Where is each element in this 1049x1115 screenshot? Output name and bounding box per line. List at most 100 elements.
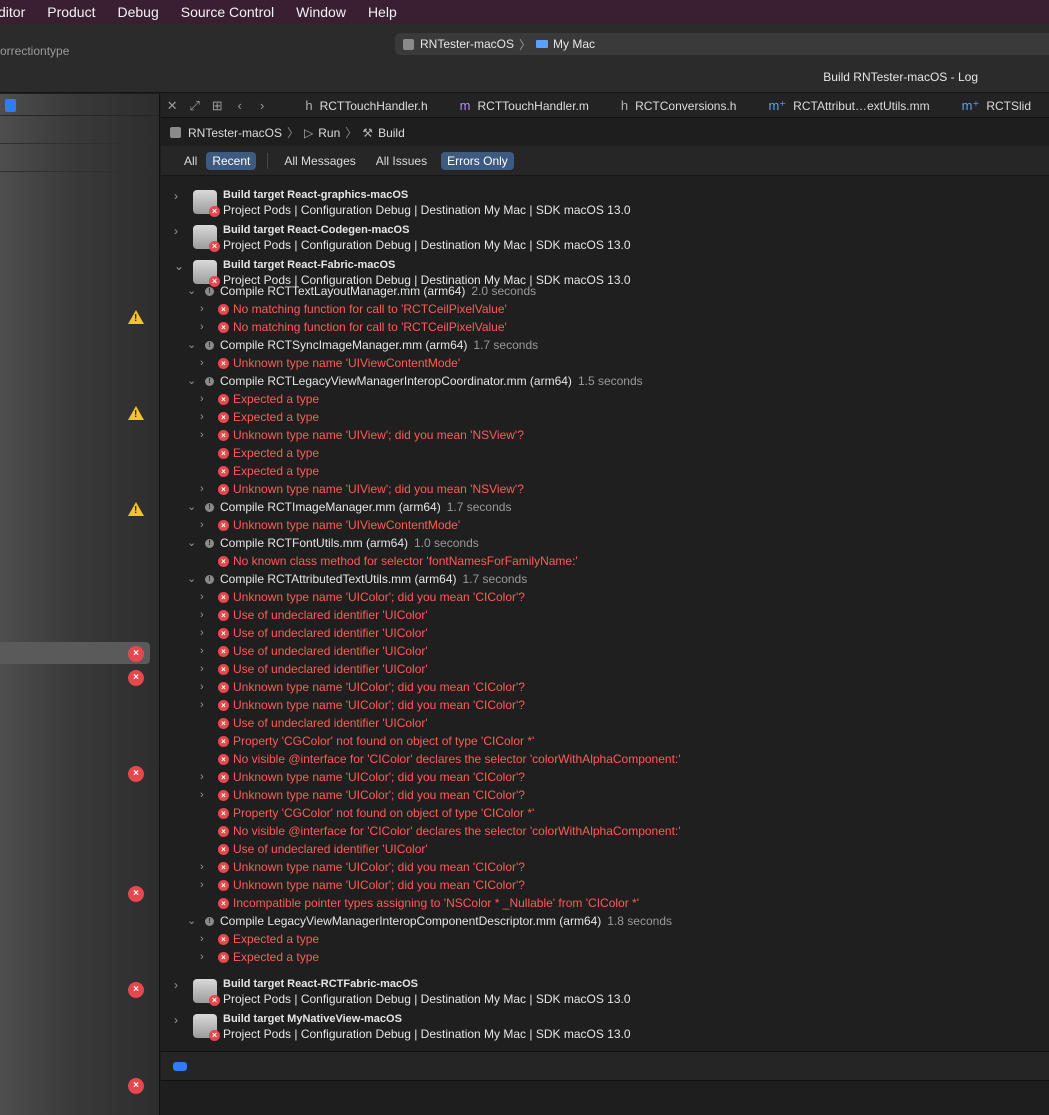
- chevron-down-icon[interactable]: ⌄: [187, 534, 196, 552]
- chevron-right-icon[interactable]: ›: [200, 300, 204, 318]
- error-icon[interactable]: ×: [128, 886, 144, 902]
- menu-item-product[interactable]: Product: [36, 0, 106, 24]
- chevron-right-icon[interactable]: ›: [174, 1013, 178, 1027]
- error-row[interactable]: › × No matching function for call to 'RCTC…: [161, 300, 1049, 318]
- error-row[interactable]: › × Unknown type name 'UIViewContentMode': [161, 516, 1049, 534]
- forward-icon[interactable]: ›: [251, 98, 273, 113]
- error-icon[interactable]: ×: [128, 766, 144, 782]
- chevron-down-icon[interactable]: ⌄: [187, 282, 196, 300]
- build-target-row[interactable]: ⌄Build target React-Fabric-macOSProject …: [161, 247, 1049, 287]
- editor-tab[interactable]: h RCTTouchHandler.h: [291, 98, 445, 113]
- build-target-row[interactable]: ›Build target React-RCTFabric-macOSProje…: [161, 966, 1049, 1006]
- compile-step-row[interactable]: ⌄! Compile RCTLegacyViewManagerInteropCoo…: [161, 372, 1049, 390]
- error-row[interactable]: › × Unknown type name 'UIColor'; did you m…: [161, 696, 1049, 714]
- error-icon[interactable]: ×: [128, 646, 144, 662]
- build-target-row[interactable]: › Build target MyNativeView-macOS Project …: [161, 1001, 1049, 1041]
- compile-step-row[interactable]: ⌄! Compile RCTSyncImageManager.mm (arm64)…: [161, 336, 1049, 354]
- error-row[interactable]: › × Use of undeclared identifier 'UIColor': [161, 642, 1049, 660]
- error-row[interactable]: × Use of undeclared identifier 'UIColor': [161, 714, 1049, 732]
- jump-project[interactable]: RNTester-macOS: [188, 126, 282, 140]
- editor-tab[interactable]: m⁺ RCTAttribut…extUtils.mm: [754, 98, 947, 114]
- filter-indicator-icon[interactable]: [173, 1062, 187, 1071]
- sidebar-row[interactable]: [0, 144, 159, 172]
- error-row[interactable]: × Use of undeclared identifier 'UIColor': [161, 840, 1049, 858]
- error-row[interactable]: › × Unknown type name 'UIColor'; did you m…: [161, 588, 1049, 606]
- chevron-right-icon[interactable]: ›: [200, 930, 204, 948]
- build-target-row[interactable]: ›Build target React-graphics-macOSProjec…: [161, 177, 1049, 217]
- error-row[interactable]: › × Unknown type name 'UIView'; did you me…: [161, 426, 1049, 444]
- chevron-right-icon[interactable]: ›: [200, 408, 204, 426]
- editor-tab[interactable]: m RCTTouchHandler.m: [446, 98, 607, 113]
- error-row[interactable]: › × Unknown type name 'UIColor'; did you m…: [161, 768, 1049, 786]
- error-row[interactable]: × Incompatible pointer types assigning to…: [161, 894, 1049, 912]
- jump-action[interactable]: Run: [318, 126, 340, 140]
- back-icon[interactable]: ‹: [228, 98, 250, 113]
- error-row[interactable]: › × Unknown type name 'UIViewContentMode': [161, 354, 1049, 372]
- compile-step-row[interactable]: ⌄! Compile LegacyViewManagerInteropCompon…: [161, 912, 1049, 930]
- close-icon[interactable]: ✕: [161, 98, 183, 114]
- chevron-down-icon[interactable]: ⌄: [174, 259, 184, 273]
- chevron-right-icon[interactable]: ›: [174, 224, 178, 238]
- menu-item-debug[interactable]: Debug: [106, 0, 169, 24]
- chevron-right-icon[interactable]: ›: [200, 516, 204, 534]
- error-row[interactable]: × No known class method for selector 'fon…: [161, 552, 1049, 570]
- error-row[interactable]: › × Unknown type name 'UIColor'; did you m…: [161, 786, 1049, 804]
- error-row[interactable]: › × Expected a type: [161, 390, 1049, 408]
- chevron-down-icon[interactable]: ⌄: [187, 336, 196, 354]
- scheme-selector[interactable]: RNTester-macOS 〉 My Mac: [395, 33, 1049, 55]
- filter-scope-recent[interactable]: Recent: [206, 151, 257, 170]
- filter-icon[interactable]: [5, 99, 16, 112]
- error-row[interactable]: × Expected a type: [161, 462, 1049, 480]
- error-row[interactable]: › × Unknown type name 'UIColor'; did you m…: [161, 876, 1049, 894]
- chevron-right-icon[interactable]: ›: [200, 696, 204, 714]
- chevron-right-icon[interactable]: ›: [174, 189, 178, 203]
- chevron-right-icon[interactable]: ›: [200, 948, 204, 966]
- compile-step-row[interactable]: ⌄! Compile RCTAttributedTextUtils.mm (arm…: [161, 570, 1049, 588]
- chevron-right-icon[interactable]: ›: [200, 606, 204, 624]
- menu-item-ditor[interactable]: ditor: [0, 0, 36, 24]
- filter-all-issues[interactable]: All Issues: [370, 152, 433, 170]
- jump-phase[interactable]: Build: [378, 126, 405, 140]
- chevron-right-icon[interactable]: ›: [200, 768, 204, 786]
- chevron-right-icon[interactable]: ›: [200, 786, 204, 804]
- error-icon[interactable]: ×: [128, 670, 144, 686]
- error-row[interactable]: › × Unknown type name 'UIColor'; did you m…: [161, 678, 1049, 696]
- editor-tab[interactable]: m⁺ RCTSlid: [948, 98, 1049, 114]
- compile-step-row[interactable]: ⌄! Compile RCTImageManager.mm (arm64) 1.7 …: [161, 498, 1049, 516]
- menu-item-source-control[interactable]: Source Control: [170, 0, 285, 24]
- chevron-right-icon[interactable]: ›: [200, 624, 204, 642]
- chevron-down-icon[interactable]: ⌄: [187, 912, 196, 930]
- chevron-right-icon[interactable]: ›: [200, 390, 204, 408]
- grid-icon[interactable]: ⊞: [206, 98, 228, 114]
- chevron-down-icon[interactable]: ⌄: [187, 570, 196, 588]
- error-row[interactable]: › × Unknown type name 'UIView'; did you me…: [161, 480, 1049, 498]
- chevron-down-icon[interactable]: ⌄: [187, 498, 196, 516]
- menu-item-help[interactable]: Help: [357, 0, 408, 24]
- filter-all-messages[interactable]: All Messages: [278, 152, 361, 170]
- menu-item-window[interactable]: Window: [285, 0, 357, 24]
- chevron-right-icon[interactable]: ›: [200, 660, 204, 678]
- chevron-right-icon[interactable]: ›: [174, 978, 178, 992]
- expand-icon[interactable]: ⤢: [183, 98, 205, 114]
- error-row[interactable]: × Expected a type: [161, 444, 1049, 462]
- chevron-right-icon[interactable]: ›: [200, 354, 204, 372]
- build-target-row[interactable]: ›Build target React-Codegen-macOSProject…: [161, 212, 1049, 252]
- error-row[interactable]: › × Unknown type name 'UIColor'; did you m…: [161, 858, 1049, 876]
- error-row[interactable]: › × Expected a type: [161, 930, 1049, 948]
- chevron-right-icon[interactable]: ›: [200, 678, 204, 696]
- error-row[interactable]: × Property 'CGColor' not found on object …: [161, 732, 1049, 750]
- filter-errors-only[interactable]: Errors Only: [441, 151, 514, 170]
- error-icon[interactable]: ×: [128, 982, 144, 998]
- error-row[interactable]: › × Use of undeclared identifier 'UIColor': [161, 606, 1049, 624]
- chevron-right-icon[interactable]: ›: [200, 858, 204, 876]
- chevron-right-icon[interactable]: ›: [200, 876, 204, 894]
- compile-step-row[interactable]: ⌄! Compile RCTTextLayoutManager.mm (arm64…: [161, 282, 1049, 300]
- chevron-down-icon[interactable]: ⌄: [187, 372, 196, 390]
- error-row[interactable]: › × Use of undeclared identifier 'UIColor': [161, 660, 1049, 678]
- error-row[interactable]: × No visible @interface for 'CIColor' dec…: [161, 750, 1049, 768]
- compile-step-row[interactable]: ⌄! Compile RCTFontUtils.mm (arm64) 1.0 sec…: [161, 534, 1049, 552]
- chevron-right-icon[interactable]: ›: [200, 480, 204, 498]
- filter-scope-all[interactable]: All: [178, 152, 203, 170]
- chevron-right-icon[interactable]: ›: [200, 642, 204, 660]
- error-row[interactable]: › × Use of undeclared identifier 'UIColor': [161, 624, 1049, 642]
